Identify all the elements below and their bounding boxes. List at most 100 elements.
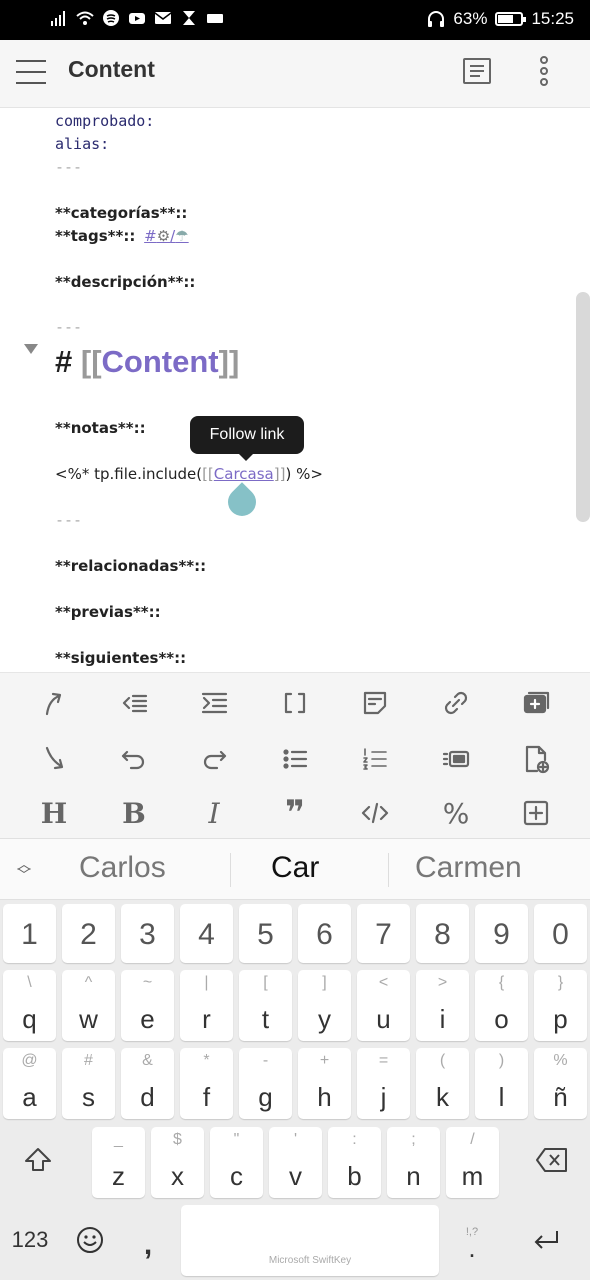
scrollbar[interactable] [576,292,590,522]
key-n[interactable]: ; n [387,1127,440,1198]
app-header: Content [0,40,590,108]
key-z[interactable]: _ z [92,1127,145,1198]
key-h[interactable]: + h [298,1048,351,1119]
editor-toolbar: H B I ❞ % [0,672,590,838]
follow-link-tooltip[interactable]: Follow link [190,416,304,461]
key-1[interactable]: 1 [3,904,56,963]
hamburger-menu-icon[interactable] [16,60,46,84]
key-d[interactable]: & d [121,1048,174,1119]
key-2[interactable]: 2 [62,904,115,963]
add-box-icon[interactable] [516,793,556,833]
key-3[interactable]: 3 [121,904,174,963]
space-bar[interactable]: Microsoft SwiftKey [181,1205,439,1276]
key-e[interactable]: ~ e [121,970,174,1041]
status-icons-left [50,9,224,27]
key-w[interactable]: ^ w [62,970,115,1041]
signal-icon [51,11,65,26]
hourglass-icon [183,11,195,25]
backspace-icon[interactable] [530,1142,574,1178]
next-field: **siguientes**:: [55,649,187,667]
battery-icon [495,12,527,26]
key-y[interactable]: ] y [298,970,351,1041]
expand-toolbar-icon[interactable]: ︿ ﹀ [14,857,34,883]
key-v[interactable]: ' v [269,1127,322,1198]
divider [230,853,231,887]
code-icon[interactable] [355,793,395,833]
cursor-handle[interactable] [222,482,262,522]
percent-button[interactable]: % [436,793,476,833]
key-m[interactable]: / m [446,1127,499,1198]
suggestion-car[interactable]: Car [271,851,319,885]
key-k[interactable]: (k [416,1048,469,1119]
link-open-brackets: [[ [80,344,102,379]
note-editor[interactable]: comprobado: alias: --- **categorías**:: … [0,108,590,672]
key-s[interactable]: # s [62,1048,115,1119]
enter-icon[interactable] [526,1222,566,1258]
heading-button[interactable]: H [34,793,74,833]
key-enye[interactable]: % ñ [534,1048,587,1119]
link-icon[interactable] [436,683,476,723]
outdent-icon[interactable] [114,683,154,723]
suggestion-carmen[interactable]: Carmen [415,851,522,885]
suggestion-strip: ︿ ﹀ Carlos Car Carmen [0,838,590,900]
brackets-icon[interactable] [275,683,315,723]
key-t[interactable]: [t [239,970,292,1041]
key-6[interactable]: 6 [298,904,351,963]
tag-link[interactable]: #⚙/☂ [144,227,189,245]
keyboard: 1 2 3 4 5 6 7 8 9 0 \ q ^ w ~ e | r [t ] y < u… [0,900,590,1280]
numbers-mode-key[interactable]: 123 [4,1220,56,1260]
template-icon[interactable] [436,739,476,779]
undo-icon[interactable] [114,739,154,779]
fold-arrow-icon[interactable] [24,344,38,354]
key-u[interactable]: < u [357,970,410,1041]
redo-icon[interactable] [194,739,234,779]
carcasa-link[interactable]: Carcasa [214,465,274,483]
key-f[interactable]: * f [180,1048,233,1119]
keyboard-status-icon [207,14,223,23]
note-icon[interactable] [355,683,395,723]
key-4[interactable]: 4 [180,904,233,963]
add-card-icon[interactable] [516,683,556,723]
new-file-icon[interactable] [516,739,556,779]
arrow-down-curved-icon[interactable] [34,739,74,779]
horizontal-rule: --- [55,511,83,529]
previous-field: **previas**:: [55,603,161,621]
key-r[interactable]: | r [180,970,233,1041]
italic-button[interactable]: I [194,793,234,833]
reading-view-icon[interactable] [463,58,491,84]
more-options-icon[interactable] [538,56,550,88]
key-l[interactable]: ) l [475,1048,528,1119]
key-a[interactable]: @ a [3,1048,56,1119]
key-9[interactable]: 9 [475,904,528,963]
quote-button[interactable]: ❞ [275,793,315,833]
key-7[interactable]: 7 [357,904,410,963]
key-q[interactable]: \ q [3,970,56,1041]
key-0[interactable]: 0 [534,904,587,963]
key-i[interactable]: > i [416,970,469,1041]
key-b[interactable]: :b [328,1127,381,1198]
bold-button[interactable]: B [114,793,154,833]
key-p[interactable]: } p [534,970,587,1041]
youtube-icon [129,13,145,24]
period-key[interactable]: !,? . [450,1218,494,1266]
heading-link[interactable]: Content [102,344,219,379]
bullet-list-icon[interactable] [275,739,315,779]
space-bar-brand: Microsoft SwiftKey [268,1255,352,1266]
key-g[interactable]: -g [239,1048,292,1119]
shift-icon[interactable] [18,1140,58,1180]
comma-key[interactable]: , [130,1220,166,1270]
indent-icon[interactable] [194,683,234,723]
clock: 15:25 [531,9,574,28]
emoji-icon[interactable] [70,1220,110,1260]
indent-arrow-icon[interactable] [34,683,74,723]
key-c[interactable]: " c [210,1127,263,1198]
key-o[interactable]: {o [475,970,528,1041]
key-x[interactable]: $ x [151,1127,204,1198]
key-8[interactable]: 8 [416,904,469,963]
key-5[interactable]: 5 [239,904,292,963]
suggestion-carlos[interactable]: Carlos [79,851,166,885]
divider [388,853,389,887]
key-j[interactable]: = j [357,1048,410,1119]
numbered-list-icon[interactable] [355,739,395,779]
tag-hash: # [144,227,157,245]
